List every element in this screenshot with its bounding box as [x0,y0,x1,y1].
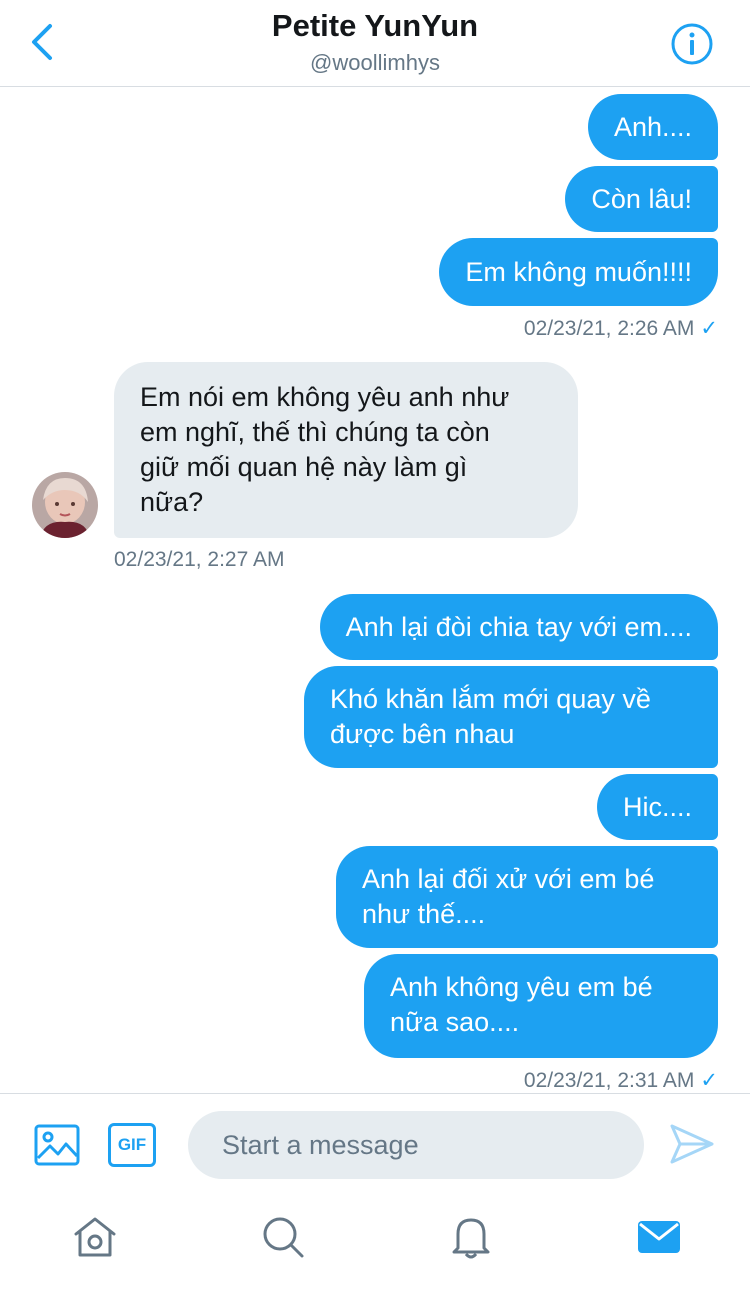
home-icon [74,1217,116,1257]
message-text: Còn lâu! [591,183,692,214]
info-icon [671,23,713,65]
tab-home[interactable] [72,1214,118,1260]
message-line: nữa? [140,487,204,517]
message-composer: GIF [0,1093,750,1195]
message-bubble-incoming[interactable]: Em nói em không yêu anh như em nghĩ, thế… [114,362,578,538]
message-line: em nghĩ, thế thì chúng ta còn [140,417,490,447]
message-input[interactable] [188,1111,644,1179]
info-button[interactable] [670,22,714,66]
add-image-button[interactable] [34,1124,80,1166]
tab-search[interactable] [260,1214,306,1260]
avatar[interactable] [32,472,98,538]
send-icon [670,1124,714,1164]
gif-button[interactable]: GIF [108,1123,156,1167]
message-line: Anh lại đối xử với em bé [362,864,655,894]
message-text: Anh lại đòi chia tay với em.... [345,611,692,642]
message-bubble-outgoing[interactable]: Anh lại đối xử với em bé như thế.... [336,846,718,948]
image-icon [34,1124,80,1166]
read-check-icon: ✓ [700,317,718,340]
message-text: Hic.... [622,791,692,822]
conversation-header: Petite YunYun @woollimhys [0,0,750,87]
message-line: Em nói em không yêu anh như [140,382,510,412]
message-timestamp: 02/23/21, 2:26 AM ✓ [524,316,718,341]
send-button[interactable] [668,1120,716,1168]
message-line: như thế.... [362,899,486,929]
message-line: Anh không yêu em bé [390,972,653,1002]
message-bubble-outgoing[interactable]: Khó khăn lắm mới quay về được bên nhau [304,666,718,768]
mail-icon [638,1221,680,1253]
message-line: nữa sao.... [390,1007,520,1037]
message-bubble-outgoing[interactable]: Anh không yêu em bé nữa sao.... [364,954,718,1058]
message-bubble-outgoing[interactable]: Em không muốn!!!! [439,238,718,306]
message-bubble-outgoing[interactable]: Anh lại đòi chia tay với em.... [319,594,718,660]
message-bubble-outgoing[interactable]: Hic.... [596,774,718,840]
message-line: giữ mối quan hệ này làm gì [140,452,468,482]
timestamp-text: 02/23/21, 2:27 AM [114,548,285,571]
contact-handle: @woollimhys [310,50,440,75]
message-line: được bên nhau [330,719,515,749]
timestamp-text: 02/23/21, 2:31 AM [523,1069,695,1092]
avatar-image [32,472,98,538]
message-bubble-outgoing[interactable]: Còn lâu! [565,166,718,232]
message-text: Anh.... [613,111,692,142]
read-check-icon: ✓ [700,1069,718,1092]
timestamp-text: 02/23/21, 2:26 AM [523,317,695,340]
message-bubble-outgoing[interactable]: Anh.... [587,94,718,160]
message-timestamp: 02/23/21, 2:27 AM [114,548,284,572]
tab-notifications[interactable] [448,1214,494,1260]
bell-icon [452,1218,490,1259]
message-line: Khó khăn lắm mới quay về [330,684,651,714]
message-text: Em không muốn!!!! [465,256,692,287]
message-timestamp: 02/23/21, 2:31 AM ✓ [524,1068,718,1093]
bottom-tab-bar [0,1196,750,1292]
contact-name[interactable]: Petite YunYun [0,8,750,44]
tab-messages[interactable] [636,1214,682,1260]
search-icon [263,1217,304,1258]
